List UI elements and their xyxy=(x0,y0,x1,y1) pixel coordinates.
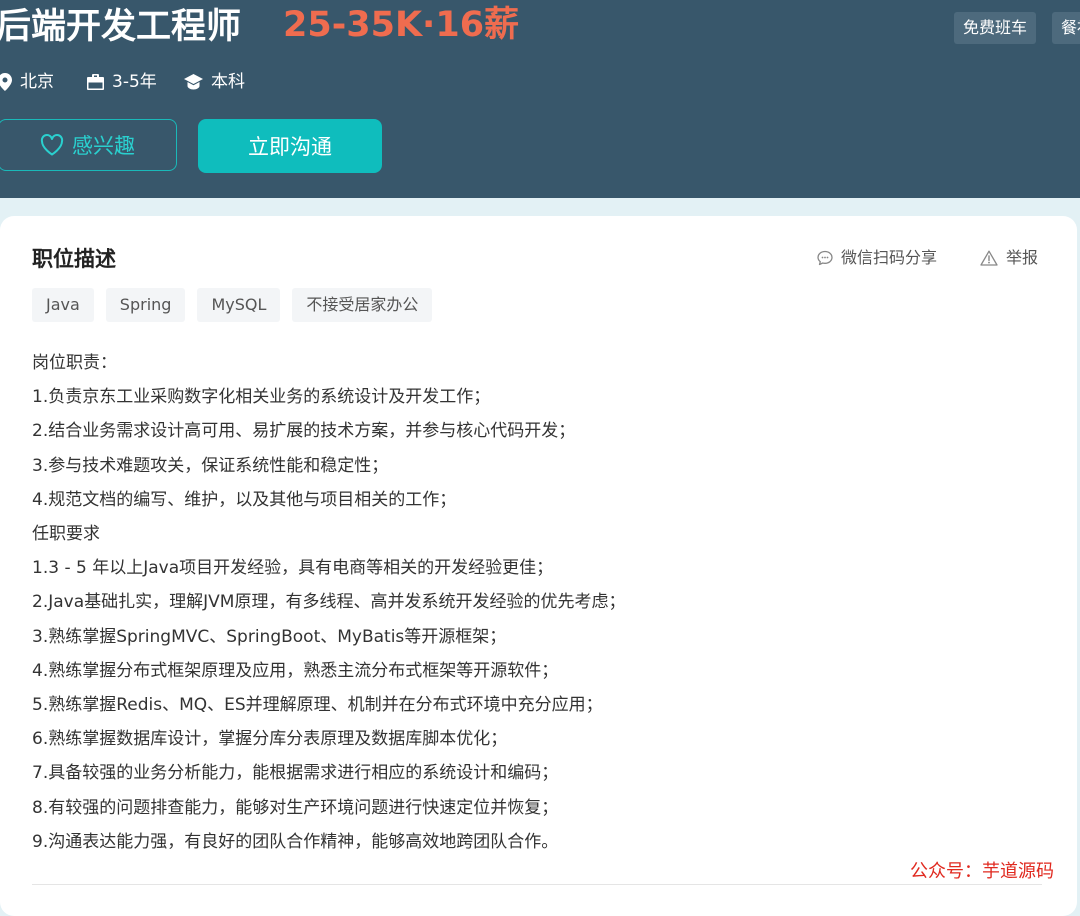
experience-text: 3-5年 xyxy=(112,72,157,92)
skill-tags: Java Spring MySQL 不接受居家办公 xyxy=(32,288,433,322)
chat-bubble-icon xyxy=(817,250,833,266)
description-line: 4.熟练掌握分布式框架原理及应用，熟悉主流分布式框架等开源软件； xyxy=(32,660,559,681)
description-line: 5.熟练掌握Redis、MQ、ES并理解原理、机制并在分布式环境中充分应用； xyxy=(32,695,603,716)
chat-now-button-label: 立即沟通 xyxy=(248,135,332,159)
divider xyxy=(32,884,1042,885)
description-line: 6.熟练掌握数据库设计，掌握分库分表原理及数据库脚本优化； xyxy=(32,729,508,750)
job-description-card: 职位描述 微信扫码分享 举报 Java Spring MySQL 不接受居家办公… xyxy=(0,216,1077,916)
report-label: 举报 xyxy=(1006,248,1039,267)
job-header: 后端开发工程师 25-35K·16薪 免费班车 餐补 北京 3-5年 本科 感兴… xyxy=(0,0,1080,198)
wechat-share-link[interactable]: 微信扫码分享 xyxy=(817,246,937,270)
salary: 25-35K·16薪 xyxy=(283,5,520,45)
benefit-tag: 餐补 xyxy=(1052,12,1080,44)
job-location: 北京 xyxy=(0,70,54,94)
report-link[interactable]: 举报 xyxy=(980,246,1038,270)
job-education: 本科 xyxy=(184,70,245,94)
wechat-share-label: 微信扫码分享 xyxy=(841,248,938,267)
location-pin-icon xyxy=(0,73,12,91)
interest-button-label: 感兴趣 xyxy=(72,134,135,158)
benefit-tag: 免费班车 xyxy=(954,12,1037,44)
section-title: 职位描述 xyxy=(32,247,116,271)
skill-tag: Java xyxy=(32,288,94,322)
interest-button[interactable]: 感兴趣 xyxy=(0,119,177,171)
skill-tag: 不接受居家办公 xyxy=(292,288,433,322)
description-line: 1.3 - 5 年以上Java项目开发经验，具有电商等相关的开发经验更佳； xyxy=(32,558,554,579)
description-line: 1.负责京东工业采购数字化相关业务的系统设计及开发工作； xyxy=(32,387,491,408)
description-line: 2.Java基础扎实，理解JVM原理，有多线程、高并发系统开发经验的优先考虑； xyxy=(32,592,626,613)
education-text: 本科 xyxy=(211,72,245,92)
job-experience: 3-5年 xyxy=(87,70,157,94)
job-description-text: 岗位职责： 1.负责京东工业采购数字化相关业务的系统设计及开发工作； 2.结合业… xyxy=(32,346,1062,859)
description-line: 2.结合业务需求设计高可用、易扩展的技术方案，并参与核心代码开发； xyxy=(32,421,576,442)
watermark: 公众号：芋道源码 xyxy=(910,861,1054,882)
description-line: 3.参与技术难题攻关，保证系统性能和稳定性； xyxy=(32,455,389,476)
description-line: 任职要求 xyxy=(32,524,100,545)
description-line: 9.沟通表达能力强，有良好的团队合作精神，能够高效地跨团队合作。 xyxy=(32,831,559,852)
location-text: 北京 xyxy=(20,72,54,92)
briefcase-icon xyxy=(87,74,104,90)
job-title: 后端开发工程师 xyxy=(0,7,242,47)
description-line: 4.规范文档的编写、维护，以及其他与项目相关的工作； xyxy=(32,489,457,510)
chat-now-button[interactable]: 立即沟通 xyxy=(198,119,382,173)
description-line: 岗位职责： xyxy=(32,353,117,373)
description-line: 7.具备较强的业务分析能力，能根据需求进行相应的系统设计和编码； xyxy=(32,763,559,784)
description-line: 3.熟练掌握SpringMVC、SpringBoot、MyBatis等开源框架； xyxy=(32,626,507,647)
skill-tag: MySQL xyxy=(197,288,281,322)
description-line: 8.有较强的问题排查能力，能够对生产环境问题进行快速定位并恢复； xyxy=(32,797,559,818)
heart-icon xyxy=(40,134,64,156)
skill-tag: Spring xyxy=(105,288,186,322)
graduation-cap-icon xyxy=(184,74,203,90)
warning-triangle-icon xyxy=(980,250,998,266)
